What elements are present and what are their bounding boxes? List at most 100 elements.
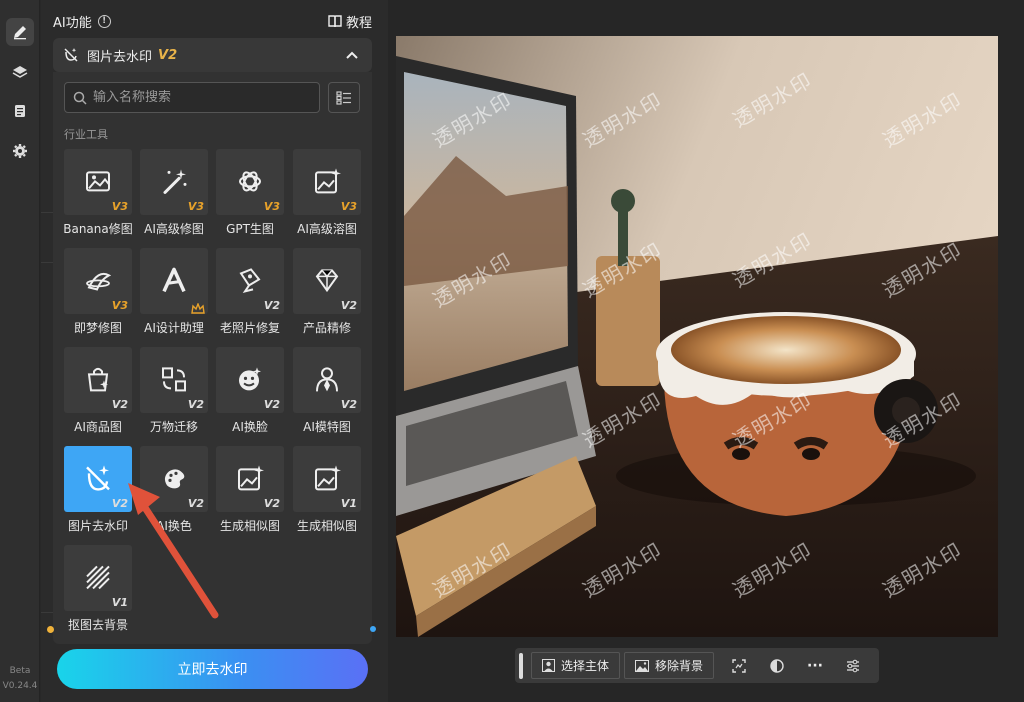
rail-notes-button[interactable] — [6, 97, 34, 125]
panel-header: AI功能 ! 教程 — [53, 12, 372, 31]
crown-icon — [191, 300, 205, 314]
cutout-icon — [86, 565, 110, 590]
similar-image-icon — [315, 465, 341, 491]
search-input[interactable] — [93, 90, 293, 105]
search-box[interactable] — [64, 82, 320, 113]
drag-handle[interactable] — [519, 652, 523, 679]
hint-dot — [370, 626, 376, 632]
tool-tile[interactable]: V2 — [293, 347, 361, 413]
tool-tile[interactable]: V3 — [64, 248, 132, 314]
design-assistant-icon — [162, 267, 186, 293]
image-toolbar: 选择主体 移除背景 ··· — [515, 648, 879, 683]
list-view-icon — [336, 90, 351, 105]
tool-tile[interactable]: V2 — [293, 248, 361, 314]
panel-title: AI功能 — [53, 15, 92, 31]
palette-icon — [164, 469, 185, 489]
tool-tile[interactable]: V1 — [293, 446, 361, 512]
remove-watermark-button[interactable]: 立即去水印 — [57, 649, 368, 689]
version-badge: V2 — [340, 299, 357, 312]
more-icon: ··· — [807, 657, 824, 674]
version-badge: V2 — [263, 497, 280, 510]
rail-settings-button[interactable] — [6, 137, 34, 165]
select-subject-label: 选择主体 — [561, 659, 610, 673]
layers-icon — [12, 66, 28, 78]
magic-wand-icon — [163, 169, 187, 194]
crop-button[interactable] — [726, 653, 752, 679]
tool-tile[interactable]: V2 — [140, 446, 208, 512]
gpt-logo-icon — [239, 171, 261, 192]
more-button[interactable]: ··· — [802, 653, 828, 679]
version-badge: V2 — [340, 398, 357, 411]
tool-tile[interactable]: V2 — [216, 347, 284, 413]
shopping-bag-icon — [87, 367, 109, 392]
contrast-button[interactable] — [764, 653, 790, 679]
rail-layers-button[interactable] — [6, 58, 34, 86]
version-badge: V3 — [340, 200, 357, 213]
tool-label: AI高级修图 — [144, 222, 204, 236]
selector-label: 图片去水印 — [87, 49, 153, 65]
rail-edit-button[interactable] — [6, 18, 34, 46]
model-icon — [316, 367, 338, 392]
person-icon — [542, 659, 555, 672]
tool-label: AI模特图 — [303, 420, 351, 434]
app-window: Beta V0.24.4 AI功能 ! 教程 图片去水印 V2 输入名称搜索 行… — [0, 0, 1024, 702]
list-view-button[interactable] — [328, 82, 360, 113]
tool-tile[interactable]: V2 — [140, 347, 208, 413]
tool-tile[interactable]: V2 — [64, 347, 132, 413]
tool-tile[interactable]: V3 — [140, 149, 208, 215]
tool-label: 生成相似图 — [219, 519, 280, 533]
divider — [41, 612, 53, 613]
tool-label: Banana修图 — [63, 222, 133, 236]
tool-label: AI换色 — [156, 519, 192, 533]
crop-icon — [732, 658, 746, 673]
version-badge: V2 — [263, 398, 280, 411]
version-badge: V3 — [187, 200, 204, 213]
face-swap-icon — [239, 367, 261, 391]
tool-tile[interactable] — [140, 248, 208, 314]
watermark-remove-icon — [86, 465, 110, 491]
tool-label: 老照片修复 — [219, 321, 280, 335]
tool-label: 图片去水印 — [67, 519, 128, 533]
adjust-button[interactable] — [840, 653, 866, 679]
gear-icon — [13, 144, 27, 158]
remove-background-label: 移除背景 — [655, 659, 704, 673]
similar-image-icon — [238, 465, 264, 491]
tool-tile[interactable]: V3 — [216, 149, 284, 215]
pencil-icon — [14, 26, 26, 40]
selector-version-badge: V2 — [158, 47, 178, 63]
version-badge: V3 — [263, 200, 280, 213]
diamond-icon — [315, 269, 339, 293]
feature-selector[interactable]: 图片去水印 V2 — [53, 38, 372, 72]
tutorial-link[interactable]: 教程 — [328, 12, 372, 31]
tool-tile[interactable]: V3 — [64, 149, 132, 215]
divider — [41, 212, 53, 213]
tool-label: 抠图去背景 — [67, 618, 128, 632]
left-rail: Beta V0.24.4 — [0, 0, 40, 702]
tool-label: AI设计助理 — [144, 321, 204, 335]
transfer-icon — [162, 367, 186, 392]
tool-label: 即梦修图 — [73, 321, 122, 335]
version-badge: V2 — [187, 497, 204, 510]
book-icon — [328, 14, 342, 27]
tool-tile[interactable]: V2 — [64, 446, 132, 512]
version-badge: V1 — [111, 596, 128, 609]
tool-tile[interactable]: V3 — [293, 149, 361, 215]
tool-tile[interactable]: V1 — [64, 545, 132, 611]
watermark-remove-icon — [64, 48, 78, 62]
info-icon[interactable]: ! — [97, 14, 111, 28]
contrast-icon — [770, 658, 784, 673]
tool-label: AI高级溶图 — [297, 222, 357, 236]
version-number: V0.24.4 — [2, 681, 38, 691]
select-subject-button[interactable]: 选择主体 — [531, 652, 621, 679]
tool-tile[interactable]: V2 — [216, 248, 284, 314]
version-badge: V3 — [111, 299, 128, 312]
clipboard-icon — [15, 105, 25, 117]
tool-label: 产品精修 — [302, 321, 351, 335]
chevron-up-icon[interactable] — [346, 51, 358, 59]
version-badge: V2 — [187, 398, 204, 411]
remove-background-button[interactable]: 移除背景 — [624, 652, 715, 679]
tool-tile[interactable]: V2 — [216, 446, 284, 512]
section-label-industry-tools: 行业工具 — [64, 128, 108, 141]
image-sparkle-icon — [315, 168, 341, 194]
tool-label: GPT生图 — [226, 222, 274, 236]
